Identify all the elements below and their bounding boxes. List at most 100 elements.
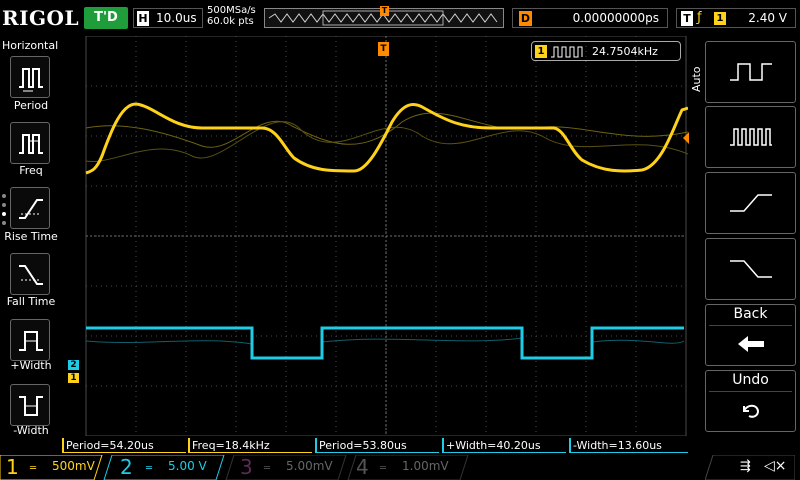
- measure-menu: Horizontal Period Freq Rise Time Fall Ti…: [0, 36, 62, 437]
- period-button[interactable]: [10, 56, 50, 98]
- period-label: Period: [13, 99, 49, 112]
- freq-label: Freq: [19, 164, 43, 177]
- counter-channel: 1: [535, 45, 547, 58]
- trigger-label: T: [681, 11, 693, 26]
- dc-coupling-icon: ═: [146, 463, 153, 474]
- speaker-mute-icon[interactable]: ◁×: [764, 458, 787, 474]
- ch1-waveform: [85, 102, 689, 175]
- rising-edge-button[interactable]: [705, 172, 796, 234]
- trigger-source: 1: [714, 12, 726, 25]
- undo-arrow-area: [709, 391, 792, 428]
- negative-width-label: -Width: [13, 424, 49, 437]
- channel-3-tab[interactable]: 3 ═ 5.00mV: [228, 455, 340, 480]
- fall-time-label: Fall Time: [6, 295, 56, 308]
- ch1-offset-marker[interactable]: 1: [68, 373, 79, 383]
- persistence-traces: [85, 112, 689, 345]
- positive-width-label: +Width: [10, 359, 52, 372]
- positive-width-button[interactable]: [10, 319, 50, 361]
- undo-button[interactable]: Undo: [705, 370, 796, 432]
- grid-lines: [85, 35, 687, 437]
- rise-time-label: Rise Time: [4, 230, 58, 243]
- dc-coupling-icon: ═: [380, 463, 387, 474]
- back-button[interactable]: Back: [705, 304, 796, 366]
- status-bar: RIGOL T'D H 10.0us 500MSa/s 60.0k pts T …: [0, 0, 800, 36]
- negative-width-button[interactable]: [10, 384, 50, 426]
- ch4-number: 4: [356, 455, 369, 479]
- dc-coupling-icon: ═: [30, 463, 37, 474]
- undo-arrow-icon: [743, 404, 760, 418]
- page-dot: [2, 194, 6, 198]
- horizontal-label: H: [137, 11, 149, 26]
- negative-width-icon: [19, 396, 43, 416]
- ch3-scale: 5.00mV: [286, 459, 333, 473]
- measurement-ch2-negative-width[interactable]: -Width=13.60us: [569, 438, 688, 453]
- measurement-ch2-positive-width[interactable]: +Width=40.20us: [442, 438, 566, 453]
- trigger-position-arrow: T: [378, 42, 389, 56]
- pulse-counter-icon: [551, 46, 583, 58]
- rigol-logo: RIGOL: [2, 6, 80, 30]
- rise-time-icon: [19, 199, 43, 219]
- fall-time-icon: [19, 265, 43, 285]
- measure-mode-label: Auto: [690, 66, 703, 92]
- graticule: [85, 35, 689, 437]
- page-indicator: [2, 194, 6, 230]
- ch2-waveform: [86, 326, 684, 360]
- counter-value: 24.7504kHz: [592, 45, 658, 58]
- sample-rate: 500MSa/s: [207, 5, 256, 16]
- frequency-counter[interactable]: 1 24.7504kHz: [531, 41, 681, 61]
- square-wave-icon: [730, 63, 772, 81]
- ch2-scale: 5.00 V: [168, 459, 207, 473]
- channel-1-tab[interactable]: 1 ═ 500mV: [0, 455, 100, 480]
- rising-edge-icon: [730, 194, 772, 212]
- pulse-train-icon: [730, 128, 772, 146]
- horizontal-timebase[interactable]: H 10.0us: [133, 8, 203, 28]
- undo-label: Undo: [732, 372, 769, 388]
- rise-time-button[interactable]: [10, 187, 50, 229]
- ch2-offset-marker[interactable]: 2: [68, 360, 79, 370]
- memory-overview: T: [264, 6, 504, 28]
- positive-width-icon: [19, 331, 43, 351]
- measurement-bar: Period=54.20us Freq=18.4kHz Period=53.80…: [62, 438, 688, 453]
- freq-button[interactable]: [10, 122, 50, 164]
- trigger-level: 2.40 V: [748, 11, 787, 25]
- trigger-position-marker: T: [380, 6, 389, 16]
- back-label: Back: [733, 306, 768, 322]
- period-icon: [19, 68, 43, 92]
- square-wave-button[interactable]: [705, 41, 796, 103]
- acquisition-info: 500MSa/s 60.0k pts: [207, 5, 256, 27]
- delay-box[interactable]: D 0.00000000ps: [512, 8, 668, 28]
- measurement-ch1-period[interactable]: Period=54.20us: [62, 438, 186, 453]
- page-dot: [2, 221, 6, 225]
- ch1-number: 1: [6, 455, 19, 479]
- run-state-badge[interactable]: T'D: [84, 7, 128, 29]
- back-arrow-icon: [738, 336, 764, 352]
- delay-label: D: [519, 11, 532, 26]
- ch4-scale: 1.00mV: [402, 459, 449, 473]
- falling-edge-icon: [730, 260, 772, 278]
- page-dot-active: [2, 212, 6, 216]
- falling-edge-button[interactable]: [705, 238, 796, 300]
- channel-2-tab[interactable]: 2 ═ 5.00 V: [106, 455, 218, 480]
- channel-4-tab[interactable]: 4 ═ 1.00mV: [350, 455, 462, 480]
- persistence-trace: [85, 337, 685, 345]
- measurement-ch1-freq[interactable]: Freq=18.4kHz: [188, 438, 312, 453]
- back-arrow-area: [709, 325, 792, 362]
- channel-bar: 1 ═ 500mV 2 ═ 5.00 V 3 ═ 5.00mV 4 ═ 1.00…: [0, 455, 800, 480]
- trigger-box[interactable]: T ƒ 1 2.40 V: [676, 8, 796, 28]
- waveform-display[interactable]: T 1 24.7504kHz 2 1: [62, 35, 689, 437]
- frequency-icon: [19, 134, 43, 154]
- measurement-ch2-period[interactable]: Period=53.80us: [315, 438, 439, 453]
- persistence-trace: [85, 121, 689, 163]
- timebase-value: 10.0us: [156, 11, 197, 25]
- rising-slope-icon: ƒ: [697, 10, 702, 25]
- trigger-level-marker[interactable]: [683, 132, 689, 144]
- pulse-train-button[interactable]: [705, 106, 796, 168]
- ch3-number: 3: [240, 455, 253, 479]
- menu-title: Horizontal: [2, 39, 59, 52]
- memory-depth: 60.0k pts: [207, 16, 254, 27]
- fall-time-button[interactable]: [10, 253, 50, 295]
- delay-value: 0.00000000ps: [572, 11, 659, 25]
- page-dot: [2, 203, 6, 207]
- ch1-scale: 500mV: [52, 459, 95, 473]
- ch2-number: 2: [120, 455, 133, 479]
